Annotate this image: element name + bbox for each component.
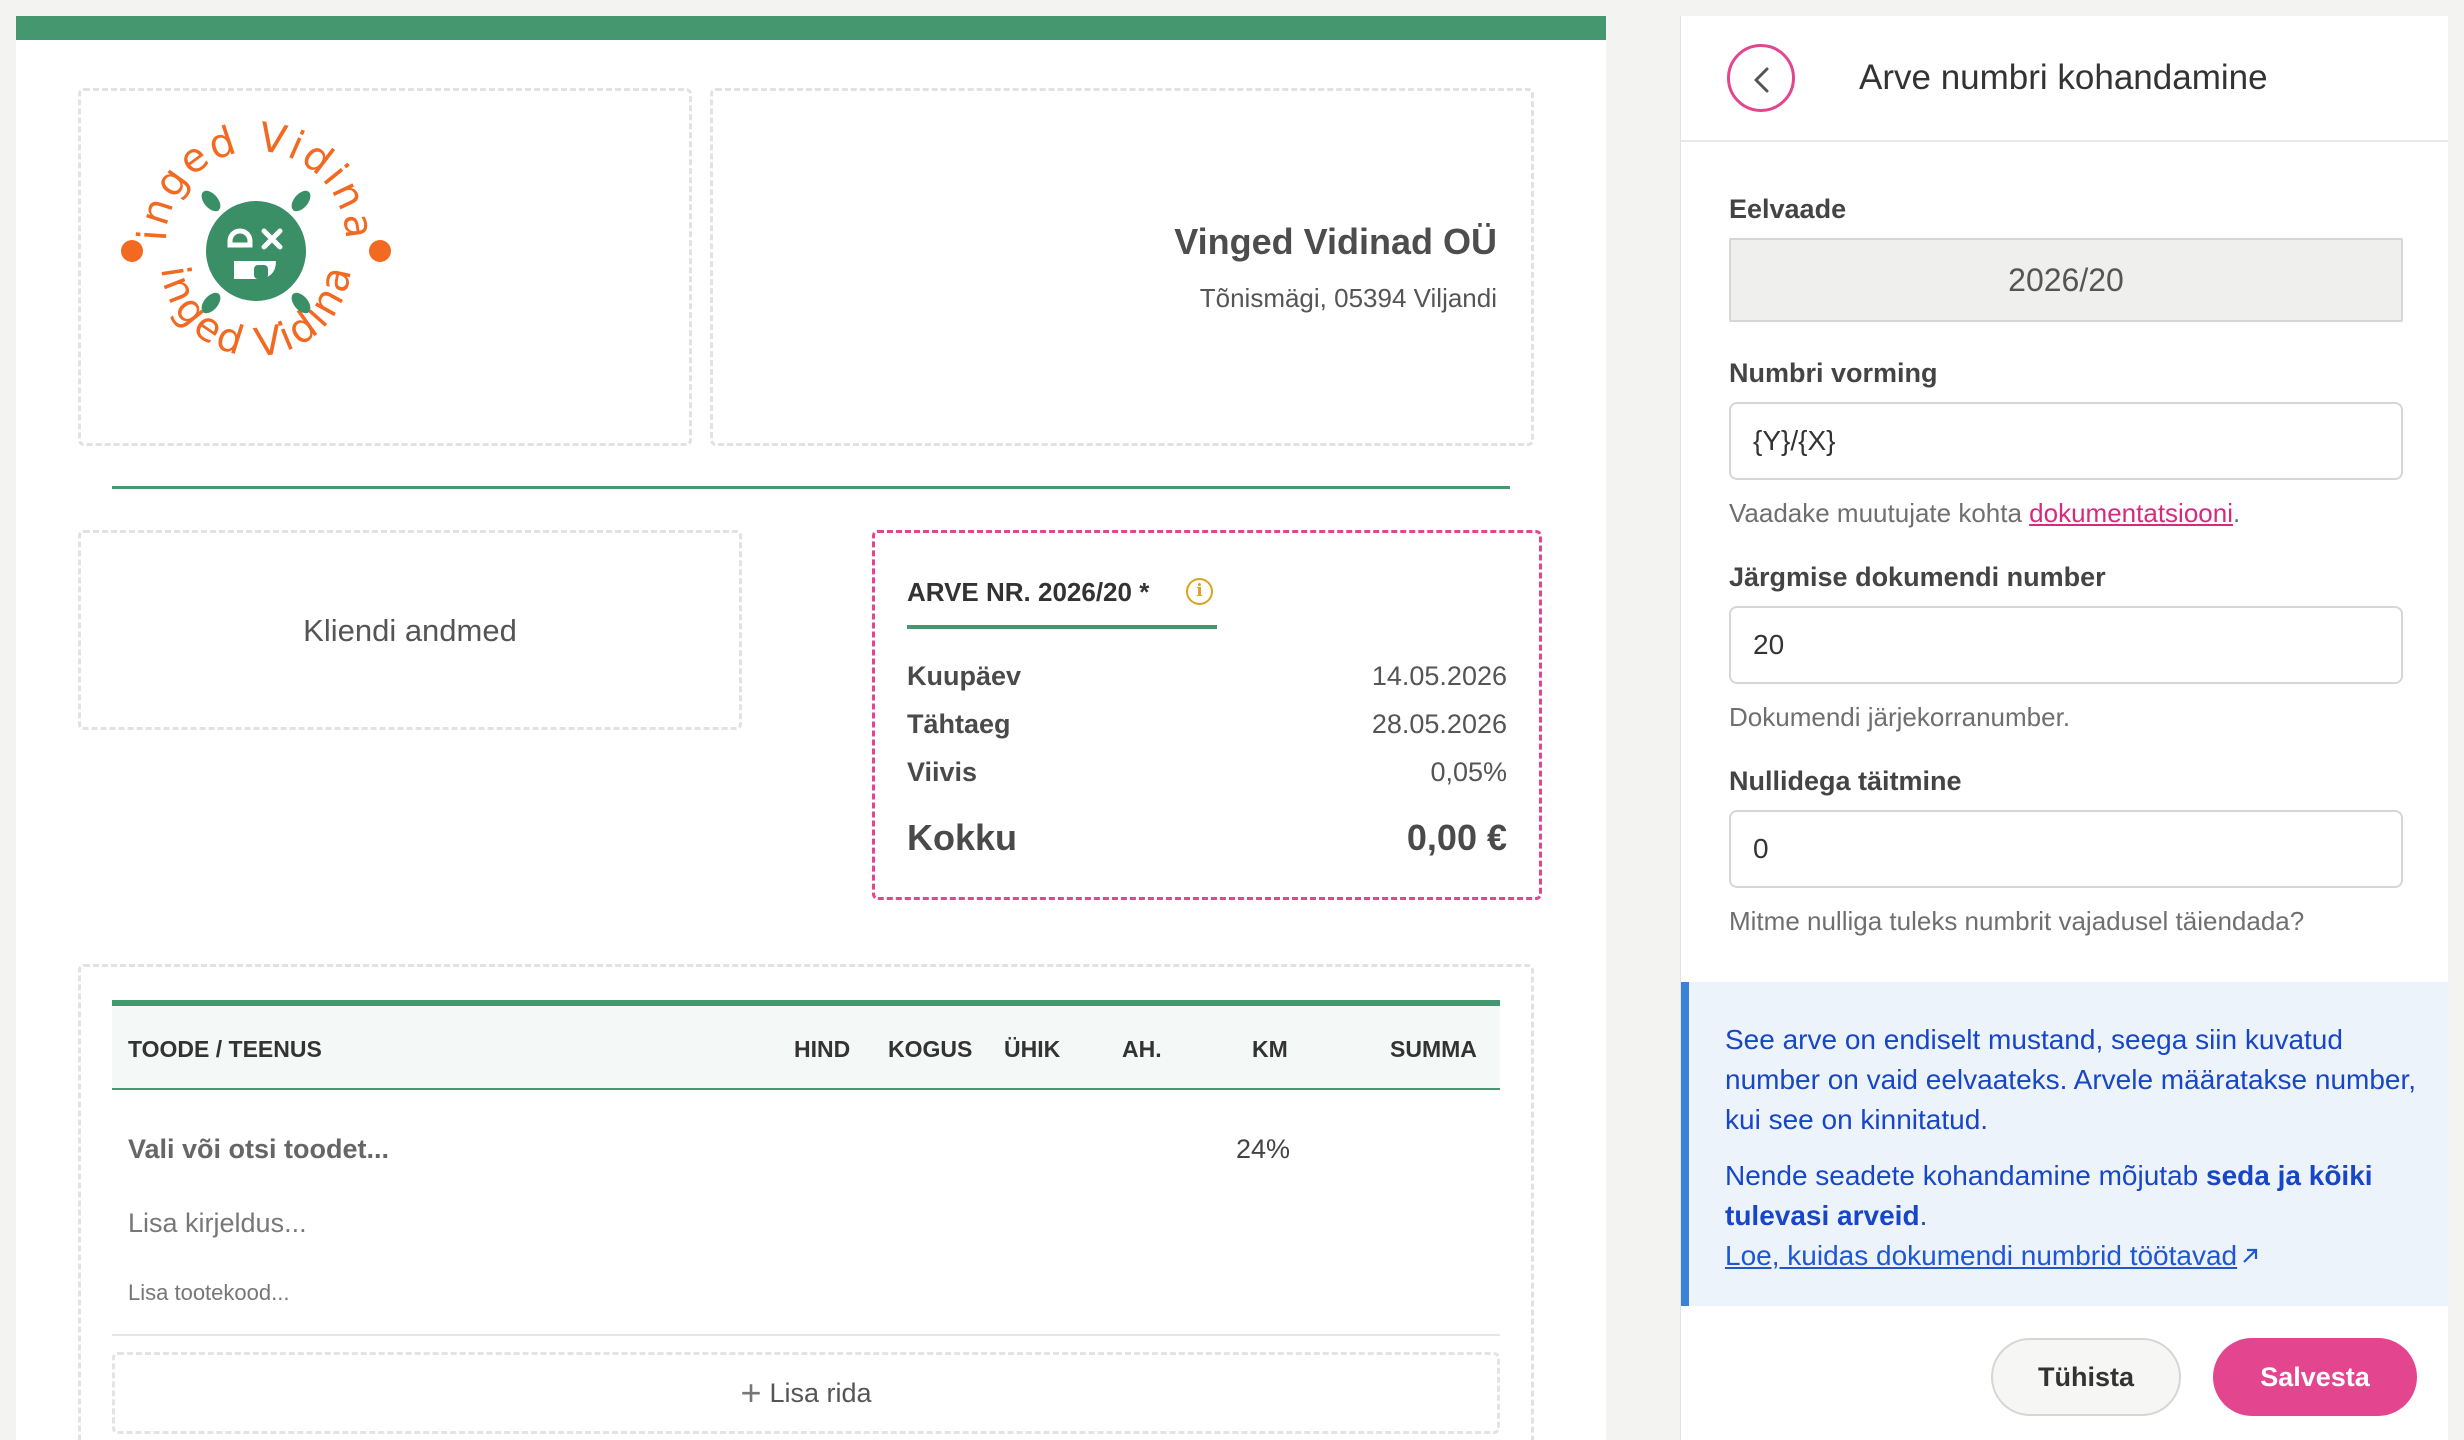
column-header-discount: AH. [1122,1036,1162,1062]
panel-title: Arve numbri kohandamine [1859,58,2268,97]
meta-label: Tähtaeg [907,709,1011,739]
meta-label: Viivis [907,757,978,787]
plus-icon: + [740,1372,762,1413]
column-header-unit: ÜHIK [1004,1036,1061,1062]
format-help-suffix: . [2232,498,2241,528]
logo-area[interactable]: Vinged Vidinad Vinged Vidinad [78,88,692,446]
format-help-text: Vaadake muutujate kohta [1729,498,2030,528]
company-info-area[interactable]: Vinged Vidinad OÜ Tõnismägi, 05394 Vilja… [710,88,1534,446]
vat-cell[interactable]: 24% [1236,1134,1290,1165]
info-impact-suffix: . [1919,1200,1928,1231]
description-input[interactable]: Lisa kirjeldus... [128,1208,307,1239]
format-label: Numbri vorming [1729,358,1938,388]
cancel-button[interactable]: Tühista [1991,1338,2181,1416]
meta-value: 14.05.2026 [1371,661,1507,691]
back-button[interactable] [1727,44,1795,112]
how-numbers-work-label: Loe, kuidas dokumendi numbrid töötavad [1725,1240,2238,1271]
company-name: Vinged Vidinad OÜ [1174,221,1497,262]
client-placeholder: Kliendi andmed [303,613,517,648]
invoice-document: Vinged Vidinad Vinged Vidinad Vinged Vid… [16,16,1606,1440]
zero-padding-help: Mitme nulliga tuleks numbrit vajadusel t… [1729,906,2305,936]
invoice-meta-box[interactable]: ARVE NR. 2026/20 * i Kuupäev 14.05.2026 … [872,530,1542,900]
meta-value: 28.05.2026 [1371,709,1507,739]
invoice-number-underline [907,625,1217,629]
info-paragraph-impact: Nende seadete kohandamine mõjutab seda j… [1725,1156,2419,1236]
company-address: Tõnismägi, 05394 Viljandi [1199,283,1497,313]
column-header-price: HIND [794,1036,851,1062]
meta-row-penalty[interactable]: Viivis 0,05% [907,757,1507,793]
info-icon[interactable]: i [1186,578,1213,605]
column-header-product: TOODE / TEENUS [128,1036,322,1062]
header-divider [112,486,1510,489]
external-link-icon [2243,1248,2258,1263]
documentation-link[interactable]: dokumentatsiooni [2029,498,2233,528]
info-paragraph-draft: See arve on endiselt mustand, seega siin… [1725,1024,2417,1135]
total-label: Kokku [907,817,1018,858]
meta-total-row: Kokku 0,00 € [907,817,1507,859]
next-number-help: Dokumendi järjekorranumber. [1729,702,2071,732]
product-code-input[interactable]: Lisa tootekood... [128,1280,289,1306]
next-number-label: Järgmise dokumendi number [1729,562,2106,592]
total-value: 0,00 € [1406,817,1507,858]
save-button[interactable]: Salvesta [2213,1338,2417,1416]
items-table-header: TOODE / TEENUS HIND KOGUS ÜHIK AH. KM SU… [112,1000,1500,1090]
info-notice: See arve on endiselt mustand, seega siin… [1681,982,2449,1306]
format-help: Vaadake muutujate kohta dokumentatsiooni… [1729,498,2240,529]
column-header-qty: KOGUS [888,1036,973,1062]
preview-label: Eelvaade [1729,194,1847,224]
how-numbers-work-link[interactable]: Loe, kuidas dokumendi numbrid töötavad [1725,1240,2261,1271]
number-format-input[interactable] [1729,402,2403,480]
row-divider [112,1334,1500,1336]
panel-header: Arve numbri kohandamine [1681,16,2448,142]
add-row-button[interactable]: + Lisa rida [112,1352,1500,1434]
client-info-area[interactable]: Kliendi andmed [78,530,742,730]
add-row-label: Lisa rida [769,1378,872,1408]
chevron-left-icon [1754,67,1769,93]
number-settings-panel: Arve numbri kohandamine Eelvaade 2026/20… [1680,16,2449,1440]
invoice-number-title: ARVE NR. 2026/20 * [907,577,1150,607]
zero-padding-label: Nullidega täitmine [1729,766,1962,796]
meta-label: Kuupäev [907,661,1022,691]
info-impact-text: Nende seadete kohandamine mõjutab [1725,1160,2207,1191]
company-logo: Vinged Vidinad Vinged Vidinad [106,101,391,367]
column-header-vat: KM [1252,1036,1288,1062]
zero-padding-input[interactable] [1729,810,2403,888]
invoice-top-bar [16,16,1606,40]
column-header-sum: SUMMA [1390,1036,1477,1062]
number-preview: 2026/20 [1729,238,2403,322]
meta-row-date[interactable]: Kuupäev 14.05.2026 [907,661,1507,697]
product-select-input[interactable]: Vali või otsi toodet... [128,1134,389,1165]
next-number-input[interactable] [1729,606,2403,684]
meta-row-due-date[interactable]: Tähtaeg 28.05.2026 [907,709,1507,745]
meta-value: 0,05% [1430,757,1507,787]
